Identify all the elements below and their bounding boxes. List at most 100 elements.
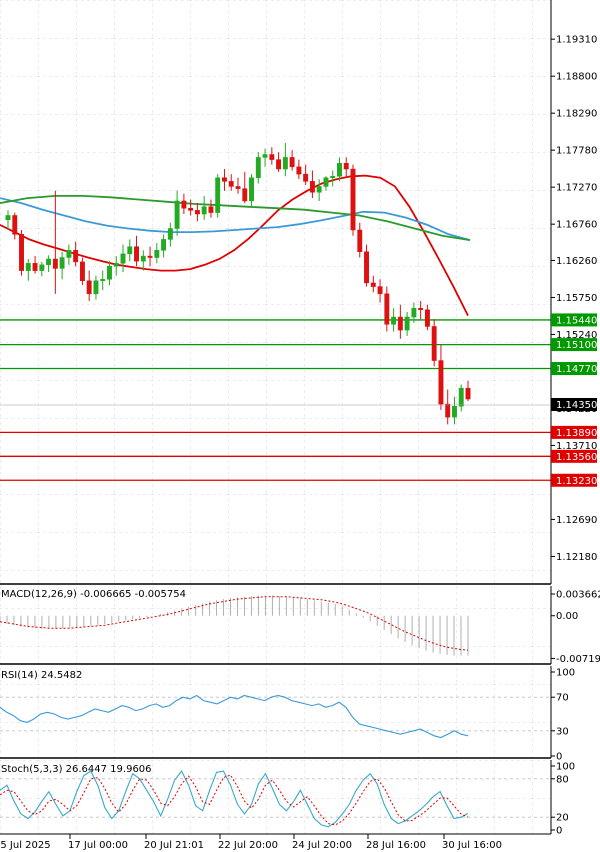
candle-body bbox=[289, 157, 295, 168]
candle-body bbox=[174, 200, 180, 229]
level-label: 1.13560 bbox=[556, 452, 597, 463]
candle-body bbox=[154, 250, 160, 258]
price-tick-label: 1.19310 bbox=[556, 35, 597, 46]
candle-body bbox=[337, 162, 342, 177]
stoch-tick-label: 20 bbox=[556, 813, 569, 824]
candle-body bbox=[120, 253, 126, 264]
price-tick-label: 1.18290 bbox=[556, 109, 597, 120]
price-tick-label: 1.15750 bbox=[556, 293, 597, 304]
candle-body bbox=[316, 186, 322, 193]
candle-body bbox=[364, 251, 369, 284]
candle-body bbox=[431, 326, 437, 361]
candle-body bbox=[377, 286, 383, 295]
main-pane: 1.19310 1.18800 1.18290 1.17780 1.17270 1.167… bbox=[0, 0, 597, 584]
candle-body bbox=[161, 239, 167, 251]
candle-body bbox=[93, 280, 99, 295]
candle-body bbox=[249, 177, 254, 202]
candle-body bbox=[255, 157, 261, 178]
candle-body bbox=[445, 403, 451, 418]
stoch-tick-label: 0 bbox=[556, 826, 562, 837]
candle-body bbox=[86, 280, 92, 295]
candle-body bbox=[438, 360, 444, 405]
candle-body bbox=[357, 229, 363, 252]
candle-body bbox=[276, 159, 282, 170]
candle-body bbox=[134, 246, 139, 262]
candle-body bbox=[269, 154, 275, 160]
stoch-tick-label: 100 bbox=[556, 762, 575, 773]
time-tick-label: 17 Jul 00:00 bbox=[68, 840, 128, 851]
price-tick-label: 1.17270 bbox=[556, 183, 597, 194]
candle-body bbox=[343, 162, 349, 170]
candle-body bbox=[79, 261, 85, 282]
rsi-tick-label: 30 bbox=[556, 726, 569, 737]
candle-body bbox=[235, 186, 241, 189]
candle-body bbox=[397, 316, 403, 331]
candle-body bbox=[140, 255, 146, 262]
price-tick-label: 1.12690 bbox=[556, 515, 597, 526]
level-label: 1.14770 bbox=[556, 364, 597, 375]
candle-body bbox=[242, 188, 248, 202]
rsi-tick-label: 100 bbox=[556, 668, 575, 679]
candle-body bbox=[309, 181, 315, 193]
macd-tick-label: -0.007199 bbox=[556, 654, 600, 665]
candle-body bbox=[228, 181, 234, 187]
candle-body bbox=[188, 207, 194, 211]
stoch-label: Stoch(5,3,3) 26.6447 19.9606 bbox=[1, 764, 152, 775]
candle-body bbox=[391, 316, 397, 325]
candle-body bbox=[32, 263, 38, 271]
time-tick-label: 28 Jul 16:00 bbox=[366, 840, 426, 851]
candle-body bbox=[127, 246, 133, 255]
candle-body bbox=[5, 215, 11, 221]
trading-chart: 1.19310 1.18800 1.18290 1.17780 1.17270 1.167… bbox=[0, 0, 600, 851]
time-tick-label: 24 Jul 20:00 bbox=[292, 840, 352, 851]
macd-pane: MACD(12,26,9) -0.006665 -0.005754 0.0036… bbox=[0, 586, 600, 665]
macd-label: MACD(12,26,9) -0.006665 -0.005754 bbox=[1, 589, 186, 600]
level-label: 1.13230 bbox=[556, 476, 597, 487]
candle-body bbox=[73, 250, 79, 263]
stoch-tick-label: 80 bbox=[556, 774, 569, 785]
macd-tick-label: 0.00 bbox=[556, 611, 578, 622]
price-tick-label: 1.12180 bbox=[556, 552, 597, 563]
candle-body bbox=[222, 177, 227, 182]
price-tick-label: 1.17780 bbox=[556, 146, 597, 157]
candle-body bbox=[25, 263, 31, 271]
candle-body bbox=[147, 255, 153, 258]
level-label: 1.15100 bbox=[556, 340, 597, 351]
rsi-pane: RSI(14) 24.5482 10070300 bbox=[0, 666, 575, 763]
candle-body bbox=[384, 293, 390, 325]
price-tick-label: 1.16260 bbox=[556, 256, 597, 267]
rsi-label: RSI(14) 24.5482 bbox=[1, 670, 82, 681]
candle-body bbox=[323, 177, 329, 187]
candle-body bbox=[296, 166, 302, 175]
time-tick-label: 22 Jul 20:00 bbox=[218, 840, 278, 851]
candle-body bbox=[418, 308, 424, 311]
candle-body bbox=[113, 263, 119, 267]
time-tick-label: 20 Jul 21:01 bbox=[144, 840, 204, 851]
candle-body bbox=[100, 279, 106, 282]
macd-tick-label: 0.003662 bbox=[556, 590, 600, 601]
rsi-tick-label: 70 bbox=[556, 693, 569, 704]
candle-body bbox=[404, 316, 410, 331]
candle-body bbox=[12, 215, 18, 235]
candle-body bbox=[107, 265, 112, 280]
candle-body bbox=[215, 177, 221, 213]
time-tick-label: 30 Jul 16:00 bbox=[442, 840, 502, 851]
candle-body bbox=[424, 309, 430, 327]
candle-body bbox=[262, 154, 268, 158]
candle-body bbox=[19, 234, 24, 271]
time-tick-label: 15 Jul 2025 bbox=[0, 840, 51, 851]
time-axis: 15 Jul 2025 17 Jul 00:00 20 Jul 21:01 22 Ju… bbox=[0, 834, 502, 851]
rsi-axis: 10070300 bbox=[551, 668, 575, 763]
price-tick-label: 1.16760 bbox=[556, 220, 597, 231]
candle-body bbox=[167, 228, 173, 240]
candle-body bbox=[350, 168, 356, 231]
candle-body bbox=[59, 257, 65, 269]
stoch-pane: Stoch(5,3,3) 26.6447 19.9606 10080 20 0 bbox=[0, 760, 575, 837]
candle-body bbox=[208, 206, 214, 213]
candle-body bbox=[39, 264, 45, 271]
level-label: 1.15440 bbox=[556, 315, 597, 326]
macd-axis: 0.003662 0.00 -0.007199 bbox=[551, 590, 600, 665]
candle-body bbox=[465, 387, 471, 400]
candle-body bbox=[452, 406, 457, 418]
candle-body bbox=[370, 282, 376, 287]
